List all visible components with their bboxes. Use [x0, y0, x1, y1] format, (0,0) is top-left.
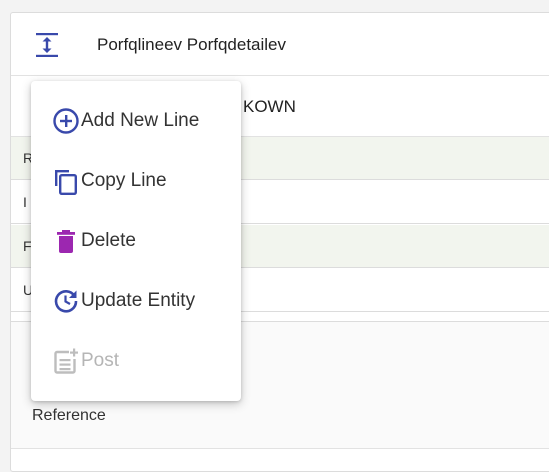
menu-item-label: Update Entity: [81, 290, 196, 311]
copy-icon: [52, 167, 80, 195]
page-title: Porfqlineev Porfqdetailev: [97, 35, 287, 54]
trash-icon: [52, 227, 80, 255]
panel-header: Porfqlineev Porfqdetailev: [11, 13, 549, 76]
menu-item-label: Post: [81, 350, 120, 371]
post-add-icon: [52, 347, 80, 375]
delete-menu-item[interactable]: Delete: [31, 211, 241, 271]
refresh-clock-icon: [52, 287, 80, 315]
detail-value: KOWN: [243, 97, 296, 116]
menu-item-label: Delete: [81, 230, 136, 251]
menu-item-label: Copy Line: [81, 170, 167, 191]
vertical-resize-icon[interactable]: [35, 31, 59, 59]
context-menu: Add New Line Copy Line Delete Update Ent…: [31, 81, 241, 401]
copy-line-menu-item[interactable]: Copy Line: [31, 151, 241, 211]
menu-item-label: Add New Line: [81, 110, 200, 131]
post-menu-item[interactable]: Post: [31, 331, 241, 391]
reference-label: Reference: [32, 407, 106, 424]
update-entity-menu-item[interactable]: Update Entity: [31, 271, 241, 331]
add-circle-icon: [52, 107, 80, 135]
add-new-line-menu-item[interactable]: Add New Line: [31, 91, 241, 151]
grid-row-label: I: [23, 194, 27, 210]
